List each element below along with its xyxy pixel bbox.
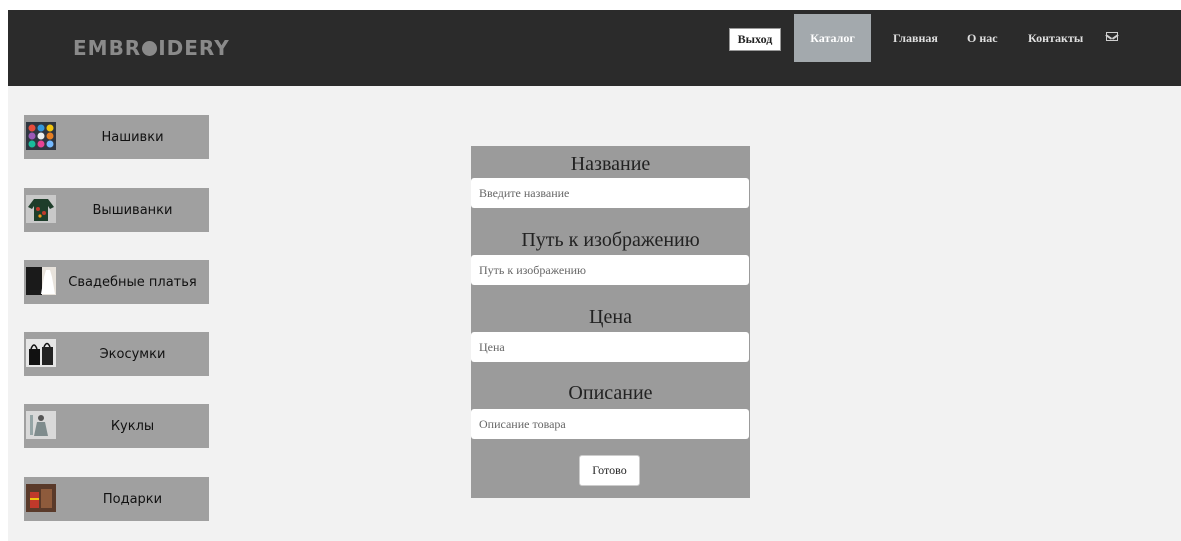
description-input[interactable] bbox=[471, 409, 749, 439]
sidebar-item-label: Свадебные платья bbox=[68, 274, 197, 290]
sidebar-item-wedding-dresses[interactable]: Свадебные платья bbox=[24, 260, 209, 304]
site-logo[interactable]: EMBR IDERY bbox=[73, 36, 230, 60]
sidebar-item-label: Вышиванки bbox=[92, 202, 173, 218]
sidebar-item-label: Куклы bbox=[110, 418, 155, 434]
name-input[interactable] bbox=[471, 178, 749, 208]
sidebar-item-label: Экосумки bbox=[99, 346, 166, 362]
top-navbar: EMBR IDERY bbox=[8, 10, 1181, 86]
wedding-dress-thumbnail bbox=[26, 267, 56, 295]
sidebar-item-dolls[interactable]: Куклы bbox=[24, 404, 209, 448]
name-label: Название bbox=[570, 153, 651, 175]
image-path-input[interactable] bbox=[471, 255, 749, 285]
sidebar-item-vyshyvanky[interactable]: Вышиванки bbox=[24, 188, 209, 232]
sidebar-item-label: Нашивки bbox=[101, 129, 164, 145]
sidebar-item-gifts[interactable]: Подарки bbox=[24, 477, 209, 521]
sidebar-item-label: Подарки bbox=[102, 491, 163, 507]
image-path-label: Путь к изображению bbox=[521, 229, 700, 251]
nav-catalog[interactable]: Каталог bbox=[794, 14, 871, 62]
nav-about[interactable]: О нас bbox=[967, 14, 998, 62]
eco-bag-thumbnail bbox=[26, 339, 56, 367]
logo-text-end: IDERY bbox=[158, 36, 230, 60]
sidebar-item-eco-bags[interactable]: Экосумки bbox=[24, 332, 209, 376]
submit-button[interactable]: Готово bbox=[579, 455, 640, 486]
gift-thumbnail bbox=[26, 484, 56, 512]
nav-home[interactable]: Главная bbox=[893, 14, 938, 62]
patches-thumbnail bbox=[26, 122, 56, 150]
envelope-icon[interactable] bbox=[1106, 32, 1118, 41]
add-product-form: Название Путь к изображению Цена Описани… bbox=[471, 146, 750, 498]
sidebar-item-patches[interactable]: Нашивки bbox=[24, 115, 209, 159]
description-label: Описание bbox=[568, 382, 653, 404]
logo-text-start: EMBR bbox=[73, 36, 142, 60]
embroidered-shirt-thumbnail bbox=[26, 195, 56, 223]
price-input[interactable] bbox=[471, 332, 749, 362]
doll-thumbnail bbox=[26, 411, 56, 439]
price-label: Цена bbox=[589, 306, 632, 328]
logo-dot-icon bbox=[142, 41, 158, 56]
nav-contacts[interactable]: Контакты bbox=[1028, 14, 1083, 62]
logout-button[interactable]: Выход bbox=[729, 28, 781, 51]
